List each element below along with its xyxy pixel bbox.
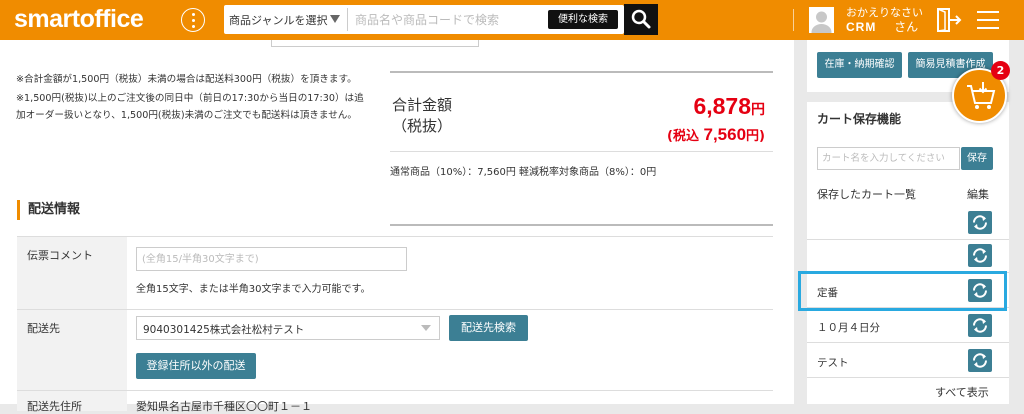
user-name-suffix: さん	[894, 20, 919, 34]
chevron-down-icon	[421, 325, 431, 331]
saved-carts-title: 保存したカート一覧	[817, 188, 916, 201]
more-menu-icon[interactable]	[181, 8, 205, 32]
search-input[interactable]	[355, 9, 535, 30]
logout-icon	[937, 8, 962, 32]
top-header: smartoffice 商品ジャンルを選択 便利な検索 おかえりなさい CRM …	[0, 0, 1024, 40]
saved-cart-label[interactable]: テスト	[817, 355, 849, 370]
search-button[interactable]	[624, 4, 658, 35]
cart-save-title: カート保存機能	[817, 112, 902, 126]
address-label: 配送先住所	[27, 400, 82, 413]
restore-cart-button[interactable]	[968, 349, 992, 372]
tax-yen: 円)	[746, 129, 765, 144]
saved-cart-row	[807, 240, 1009, 273]
row-divider	[17, 309, 773, 310]
saved-cart-row: １０月４日分	[807, 310, 1009, 343]
tax-breakdown: 通常商品（10%）：7,560円 軽減税率対象商品（8%）：0円	[390, 167, 657, 178]
reload-icon	[972, 248, 988, 263]
tab-stub	[271, 40, 479, 47]
comment-label: 伝票コメント	[17, 237, 127, 309]
comment-help-text: 全角15文字、または半角30文字まで入力可能です。	[136, 284, 371, 295]
reload-icon	[972, 353, 988, 368]
total-divider	[390, 151, 773, 152]
search-icon	[631, 9, 651, 29]
row-divider	[17, 390, 773, 391]
cart-count-badge: 2	[991, 61, 1010, 80]
cart-save-button[interactable]: 保存	[961, 147, 993, 170]
genre-dropdown-icon[interactable]	[330, 15, 340, 23]
avatar[interactable]	[809, 7, 834, 33]
reload-icon	[972, 318, 988, 333]
total-label-line2: （税抜）	[392, 117, 453, 135]
tax-amount: 7,560	[703, 125, 747, 144]
shipping-note-3: 加オーダー扱いとなり、1,500円(税抜)未満のご注文でも配送料は頂きません。	[16, 110, 357, 121]
shipping-note-2: ※1,500円(税抜)以上のご注文後の同日中（前日の17:30から当日の17:3…	[16, 93, 364, 104]
genre-select[interactable]: 商品ジャンルを選択	[229, 12, 327, 28]
hamburger-menu-icon[interactable]	[977, 10, 1001, 30]
total-label: 合計金額 （税抜）	[392, 95, 452, 137]
logout-button[interactable]	[935, 7, 963, 37]
selected-cart-highlight	[798, 271, 1007, 311]
user-name: CRM さん	[846, 18, 918, 35]
address-value: 愛知県名古屋市千種区〇〇町１－１	[136, 400, 312, 413]
total-amount: 6,878円	[693, 93, 765, 120]
user-name-value: CRM	[846, 20, 877, 34]
restore-cart-button[interactable]	[968, 244, 992, 267]
restore-cart-button[interactable]	[968, 314, 992, 337]
total-amount-value: 6,878	[693, 93, 751, 119]
user-icon	[811, 11, 832, 33]
search-bar: 商品ジャンルを選択 便利な検索	[224, 5, 624, 34]
destination-label: 配送先	[17, 310, 127, 390]
total-amount-yen: 円	[751, 101, 765, 117]
section-title-shipping: 配送情報	[17, 200, 80, 220]
destination-select[interactable]: 9040301425株式会社松村テスト	[136, 316, 440, 340]
main-content: ※合計金額が1,500円（税抜）未満の場合は配送料300円（税抜）を頂きます。 …	[0, 40, 794, 413]
total-label-line1: 合計金額	[392, 96, 453, 114]
shipping-note-1: ※合計金額が1,500円（税抜）未満の場合は配送料300円（税抜）を頂きます。	[16, 74, 357, 85]
destination-value: 9040301425株式会社松村テスト	[143, 324, 305, 336]
total-tax-included: (税込 7,560円)	[667, 125, 765, 145]
cart-fab[interactable]: 2	[949, 61, 1016, 124]
advanced-search-button[interactable]: 便利な検索	[548, 10, 618, 29]
total-summary: 合計金額 （税抜） 6,878円 (税込 7,560円) 通常商品（10%）：7…	[390, 71, 773, 226]
comment-field[interactable]	[136, 247, 407, 271]
smartoffice-logo[interactable]: smartoffice	[14, 5, 144, 34]
destination-search-button[interactable]: 配送先検索	[449, 315, 528, 341]
header-divider	[793, 9, 794, 31]
shipping-form: 伝票コメント 全角15文字、または半角30文字まで入力可能です。 配送先 904…	[17, 236, 773, 413]
stock-check-button[interactable]: 在庫・納期確認	[817, 52, 902, 78]
other-address-button[interactable]: 登録住所以外の配送	[136, 353, 256, 379]
restore-cart-button[interactable]	[968, 211, 992, 234]
cart-name-input[interactable]	[817, 147, 960, 170]
reload-icon	[972, 215, 988, 230]
edit-link[interactable]: 編集	[967, 186, 989, 202]
search-divider	[347, 8, 348, 31]
show-all-link[interactable]: すべて表示	[935, 384, 989, 400]
saved-cart-row	[807, 207, 1009, 240]
saved-cart-row: テスト	[807, 345, 1009, 378]
tax-label: (税込	[667, 129, 699, 144]
saved-cart-label[interactable]: １０月４日分	[817, 320, 880, 335]
